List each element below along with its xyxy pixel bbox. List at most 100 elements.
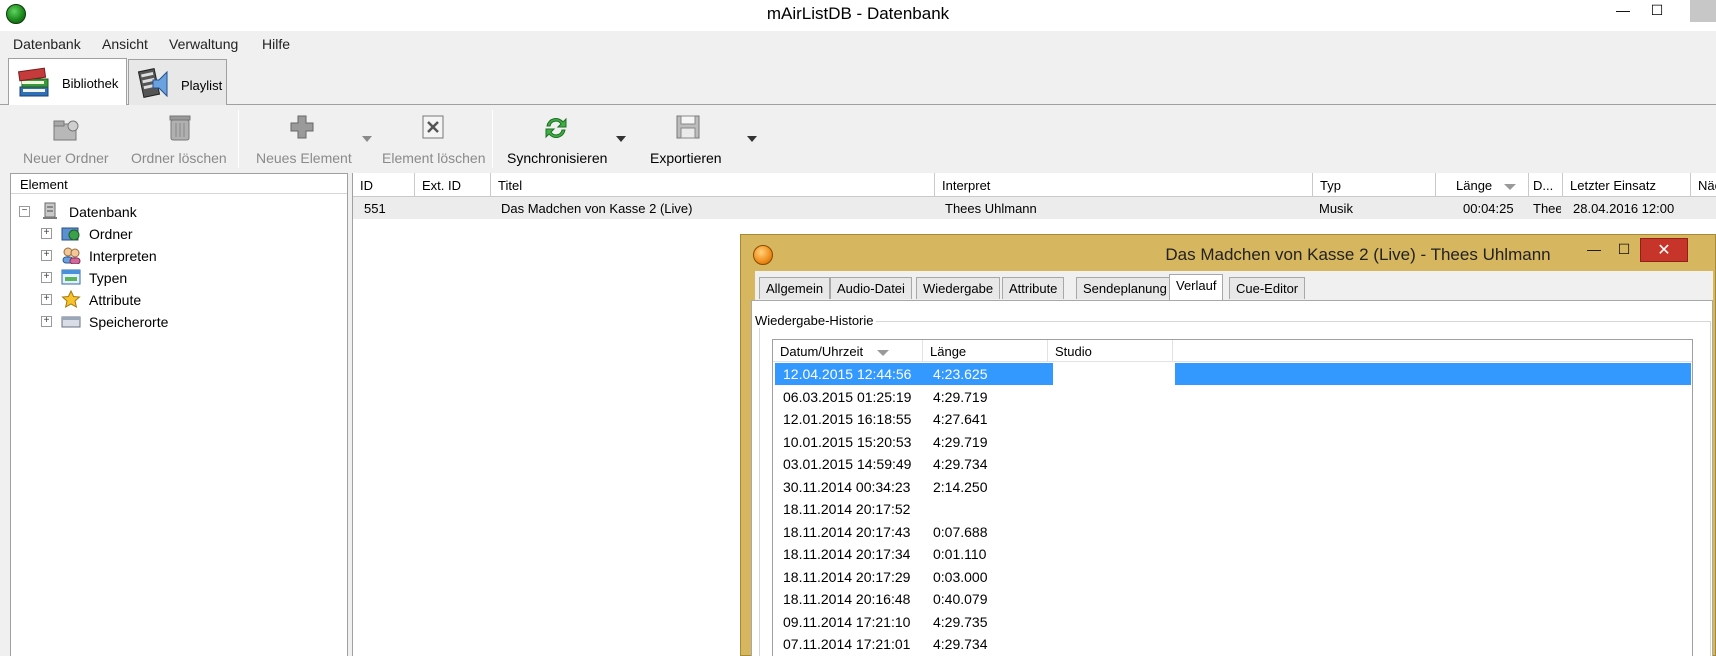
history-row[interactable]: 10.01.2015 15:20:53 4:29.719 <box>773 431 1692 453</box>
playback-history-list[interactable]: Datum/Uhrzeit Länge Studio 12.04.2015 12… <box>772 339 1693 656</box>
expand-icon[interactable]: + <box>41 294 52 305</box>
dialog-title: Das Madchen von Kasse 2 (Live) - Thees U… <box>1165 245 1551 264</box>
history-row[interactable]: 18.11.2014 20:17:52 <box>773 498 1692 520</box>
maximize-button[interactable]: ☐ <box>1640 0 1674 22</box>
history-row[interactable]: 18.11.2014 20:17:29 0:03.000 <box>773 566 1692 588</box>
delete-element-button[interactable]: Element löschen <box>380 110 486 168</box>
history-datetime: 18.11.2014 20:17:34 <box>783 546 911 562</box>
column-header-laenge-label: Länge <box>1456 178 1493 193</box>
new-element-label: Neues Element <box>256 150 352 166</box>
dialog-close-button[interactable]: ✕ <box>1640 238 1688 262</box>
column-header-length[interactable]: Länge <box>923 340 1048 362</box>
delete-element-label: Element löschen <box>382 150 486 166</box>
new-folder-button[interactable]: Neuer Ordner <box>20 110 110 168</box>
tree-item-label: Ordner <box>89 226 133 242</box>
history-row[interactable]: 18.11.2014 20:16:48 0:40.079 <box>773 588 1692 610</box>
cell-id: 551 <box>364 201 386 216</box>
tree-item-datenbank[interactable]: − Datenbank <box>19 202 339 222</box>
folder-globe-icon <box>61 227 80 241</box>
tab-allgemein[interactable]: Allgemein <box>759 277 831 299</box>
tab-attribute[interactable]: Attribute <box>1002 277 1065 299</box>
expand-icon[interactable]: + <box>41 250 52 261</box>
column-header-id[interactable]: ID <box>353 173 415 197</box>
menu-datenbank[interactable]: Datenbank <box>13 36 81 52</box>
tree-item-ordner[interactable]: + Ordner <box>41 224 341 244</box>
column-header-datetime[interactable]: Datum/Uhrzeit <box>773 340 923 362</box>
history-row[interactable]: 12.04.2015 12:44:56 4:23.625 <box>773 363 1692 385</box>
history-length: 4:29.719 <box>933 388 988 405</box>
tree-item-label: Interpreten <box>89 248 157 264</box>
delete-folder-button[interactable]: Ordner löschen <box>130 110 230 168</box>
tree-panel: Element − Datenbank + Ordner + Interpret… <box>10 173 348 656</box>
tab-wiedergabe[interactable]: Wiedergabe <box>916 277 1001 299</box>
menu-hilfe[interactable]: Hilfe <box>262 36 290 52</box>
new-element-button[interactable]: Neues Element <box>254 110 352 168</box>
history-datetime: 12.04.2015 12:44:56 <box>783 366 912 382</box>
export-dropdown-icon[interactable] <box>747 136 757 142</box>
history-length: 4:29.719 <box>933 433 988 450</box>
history-row[interactable]: 09.11.2014 17:21:10 4:29.735 <box>773 611 1692 633</box>
synchronize-button[interactable]: Synchronisieren <box>506 110 607 168</box>
column-header-datetime-label: Datum/Uhrzeit <box>780 344 864 359</box>
history-datetime: 03.01.2015 14:59:49 <box>783 456 912 472</box>
export-button[interactable]: Exportieren <box>648 110 728 168</box>
collapse-icon[interactable]: − <box>19 206 30 217</box>
column-header-letzter-einsatz[interactable]: Letzter Einsatz <box>1563 173 1691 197</box>
expand-icon[interactable]: + <box>41 272 52 283</box>
column-header-ext-id[interactable]: Ext. ID <box>415 173 491 197</box>
history-datetime: 30.11.2014 00:34:23 <box>783 478 911 495</box>
history-datetime: 12.01.2015 16:18:55 <box>783 411 912 427</box>
dialog-minimize-button[interactable]: — <box>1583 239 1605 261</box>
history-row[interactable]: 03.01.2015 14:59:49 4:29.734 <box>773 453 1692 475</box>
history-length: 0:03.000 <box>933 568 988 585</box>
history-length: 0:01.110 <box>933 546 987 562</box>
history-row[interactable]: 18.11.2014 20:17:34 0:01.110 <box>773 543 1692 565</box>
history-length: 0:07.688 <box>933 523 988 540</box>
menu-bar: Datenbank Ansicht Verwaltung Hilfe <box>0 31 1716 55</box>
new-element-dropdown-icon[interactable] <box>362 136 372 142</box>
playlist-speaker-icon <box>137 68 168 98</box>
history-row[interactable]: 18.11.2014 20:17:43 0:07.688 <box>773 521 1692 543</box>
column-header-titel[interactable]: Titel <box>491 173 935 197</box>
menu-ansicht[interactable]: Ansicht <box>102 36 148 52</box>
history-datetime: 18.11.2014 20:17:52 <box>783 501 911 517</box>
history-length: 4:29.735 <box>933 613 988 630</box>
column-header-naechster[interactable]: Näc <box>1691 173 1716 197</box>
sort-descending-icon <box>876 349 889 356</box>
tab-verlauf[interactable]: Verlauf <box>1169 274 1224 300</box>
history-row[interactable]: 07.11.2014 17:21:01 4:29.734 <box>773 633 1692 655</box>
expand-icon[interactable]: + <box>41 316 52 327</box>
tree-item-attribute[interactable]: + Attribute <box>41 290 341 310</box>
cell-length: 00:04:25 <box>1463 201 1514 216</box>
tab-playlist[interactable]: Playlist <box>128 59 227 105</box>
table-row[interactable]: 551 Das Madchen von Kasse 2 (Live) Thees… <box>353 197 1716 219</box>
menu-verwaltung[interactable]: Verwaltung <box>169 36 238 52</box>
history-length: 4:23.625 <box>933 366 988 382</box>
sync-icon <box>545 117 567 139</box>
dialog-maximize-button[interactable]: ☐ <box>1613 239 1635 261</box>
column-header-typ[interactable]: Typ <box>1313 173 1436 197</box>
history-row[interactable]: 06.03.2015 01:25:19 4:29.719 <box>773 386 1692 408</box>
column-header-d[interactable]: D... <box>1529 173 1563 197</box>
column-header-laenge[interactable]: Länge <box>1436 173 1529 197</box>
tab-audio-datei[interactable]: Audio-Datei <box>830 277 912 299</box>
column-header-interpret[interactable]: Interpret <box>935 173 1313 197</box>
history-row[interactable]: 30.11.2014 00:34:23 2:14.250 <box>773 476 1692 498</box>
tree-item-speicherorte[interactable]: + Speicherorte <box>41 312 341 332</box>
tab-cue-editor[interactable]: Cue-Editor <box>1229 277 1306 299</box>
tab-bibliothek-label: Bibliothek <box>62 76 119 91</box>
minimize-button[interactable]: — <box>1606 0 1640 22</box>
synchronize-dropdown-icon[interactable] <box>616 136 626 142</box>
tree-item-typen[interactable]: + Typen <box>41 268 341 288</box>
delete-x-icon <box>422 115 444 139</box>
history-datetime: 06.03.2015 01:25:19 <box>783 388 912 405</box>
tree-item-label: Attribute <box>89 292 142 308</box>
tab-sendeplanung[interactable]: Sendeplanung <box>1076 277 1174 299</box>
tree-item-interpreten[interactable]: + Interpreten <box>41 246 341 266</box>
tab-bibliothek[interactable]: Bibliothek <box>8 58 127 105</box>
save-disk-icon <box>676 115 700 139</box>
column-header-studio[interactable]: Studio <box>1048 340 1173 362</box>
history-row[interactable]: 12.01.2015 16:18:55 4:27.641 <box>773 408 1692 430</box>
close-button[interactable] <box>1690 0 1716 22</box>
expand-icon[interactable]: + <box>41 228 52 239</box>
